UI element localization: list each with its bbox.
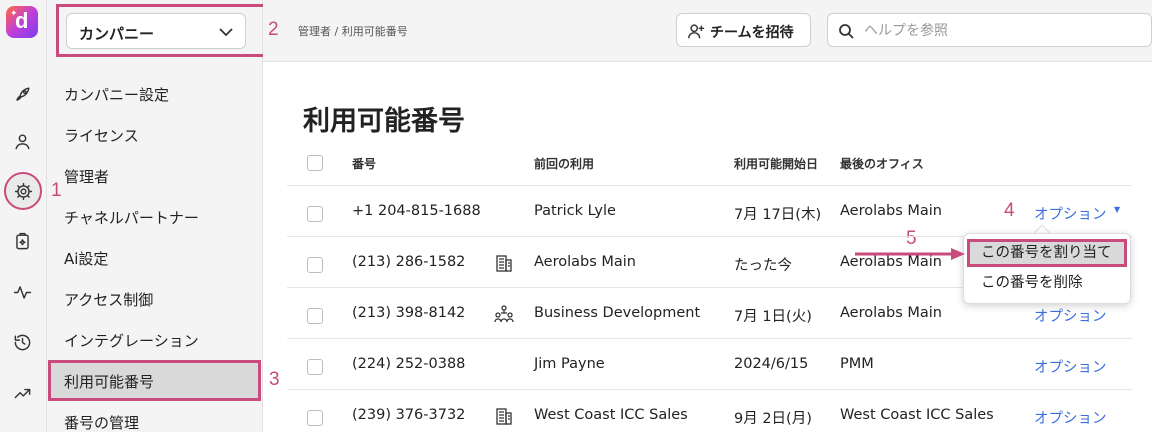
- sidebar-item-access-control[interactable]: アクセス制御: [64, 289, 153, 310]
- page-title: 利用可能番号: [303, 106, 465, 137]
- cell-previous-use: Patrick Lyle: [534, 203, 616, 219]
- row-checkbox[interactable]: [307, 410, 323, 426]
- sidebar-item-company-settings[interactable]: カンパニー設定: [64, 84, 169, 105]
- clipboard-sparkle-icon[interactable]: [9, 228, 35, 254]
- column-header-last-office[interactable]: 最後のオフィス: [840, 155, 924, 172]
- app-logo[interactable]: ✦ d: [6, 6, 38, 38]
- column-header-available-since[interactable]: 利用可能開始日: [734, 155, 818, 172]
- menu-item-delete-number[interactable]: この番号を削除: [967, 270, 1127, 298]
- annotation-3: 3: [269, 369, 280, 390]
- row-checkbox[interactable]: [307, 359, 323, 375]
- menu-item-assign-number[interactable]: この番号を割り当て: [967, 239, 1127, 267]
- cell-available-since: 2024/6/15: [734, 356, 809, 372]
- sidebar-item-licenses[interactable]: ライセンス: [64, 125, 139, 146]
- app-window: ✦ d カンパニー カンパニー設定 ライセンス 管理者 チャネルパートナー Ai…: [0, 0, 1152, 432]
- company-select[interactable]: カンパニー: [66, 13, 246, 49]
- annotation-arrow: [855, 248, 965, 260]
- sidebar-item-integrations[interactable]: インテグレーション: [64, 330, 199, 351]
- cell-previous-use: Aerolabs Main: [534, 254, 636, 270]
- cell-last-office: Aerolabs Main: [840, 305, 942, 321]
- invite-team-button[interactable]: チームを招待: [676, 13, 811, 47]
- search-input[interactable]: [864, 20, 1124, 42]
- cell-available-since: たった今: [734, 258, 792, 274]
- row-checkbox[interactable]: [307, 206, 323, 222]
- cell-available-since: 7月 17日(木): [734, 207, 822, 223]
- help-search[interactable]: [827, 13, 1152, 47]
- sidebar-item-admins[interactable]: 管理者: [64, 166, 109, 187]
- options-link[interactable]: オプション: [1034, 356, 1107, 377]
- cell-number: +1 204-815-1688: [352, 203, 481, 219]
- cell-number: (213) 398-8142: [352, 305, 466, 321]
- cell-available-since: 7月 1日(火): [734, 309, 812, 325]
- row-checkbox[interactable]: [307, 257, 323, 273]
- history-icon[interactable]: [9, 329, 35, 355]
- cell-previous-use: West Coast ICC Sales: [534, 407, 688, 423]
- cell-previous-use: Business Development: [534, 305, 701, 321]
- sidebar-item-channel-partners[interactable]: チャネルパートナー: [64, 207, 199, 228]
- column-header-previous-use[interactable]: 前回の利用: [534, 155, 594, 172]
- cell-last-office: Aerolabs Main: [840, 203, 942, 219]
- cell-number: (224) 252-0388: [352, 356, 466, 372]
- select-all-checkbox[interactable]: [307, 155, 323, 171]
- row-checkbox[interactable]: [307, 308, 323, 324]
- cell-previous-use: Jim Payne: [534, 356, 605, 372]
- office-building-icon: [494, 253, 514, 273]
- sidebar-item-number-management[interactable]: 番号の管理: [64, 412, 139, 432]
- team-group-icon: [494, 304, 514, 324]
- add-user-icon: [688, 24, 705, 39]
- annotation-1: 1: [51, 180, 62, 201]
- breadcrumb: 管理者 / 利用可能番号: [298, 25, 408, 38]
- divider: [287, 389, 1132, 390]
- annotation-2: 2: [268, 19, 279, 40]
- sidebar-item-ai-settings[interactable]: Ai設定: [64, 248, 108, 269]
- office-building-icon: [494, 406, 514, 426]
- activity-icon[interactable]: [9, 279, 35, 305]
- cell-last-office: PMM: [840, 356, 874, 372]
- annotation-4: 4: [1004, 200, 1015, 221]
- caret-down-icon[interactable]: ▼: [1114, 205, 1120, 214]
- options-menu: この番号を割り当て この番号を削除: [963, 233, 1131, 304]
- chevron-down-icon: [219, 28, 233, 37]
- cell-last-office: West Coast ICC Sales: [840, 407, 994, 423]
- search-icon: [839, 24, 854, 39]
- options-link[interactable]: オプション: [1034, 305, 1107, 326]
- rocket-icon[interactable]: [9, 81, 35, 107]
- cell-number: (239) 376-3732: [352, 407, 466, 423]
- gear-icon[interactable]: [4, 172, 42, 210]
- settings-sidebar: カンパニー カンパニー設定 ライセンス 管理者 チャネルパートナー Ai設定 ア…: [47, 0, 299, 432]
- sidebar-item-available-numbers[interactable]: 利用可能番号: [64, 371, 154, 392]
- options-link[interactable]: オプション: [1034, 203, 1107, 224]
- cell-available-since: 9月 2日(月): [734, 411, 812, 427]
- options-link[interactable]: オプション: [1034, 407, 1107, 428]
- column-header-number[interactable]: 番号: [352, 155, 376, 172]
- icon-rail: ✦ d: [0, 0, 47, 432]
- user-icon[interactable]: [9, 128, 35, 154]
- divider: [287, 338, 1132, 339]
- divider: [287, 185, 1132, 186]
- cell-number: (213) 286-1582: [352, 254, 466, 270]
- trending-icon[interactable]: [9, 380, 35, 406]
